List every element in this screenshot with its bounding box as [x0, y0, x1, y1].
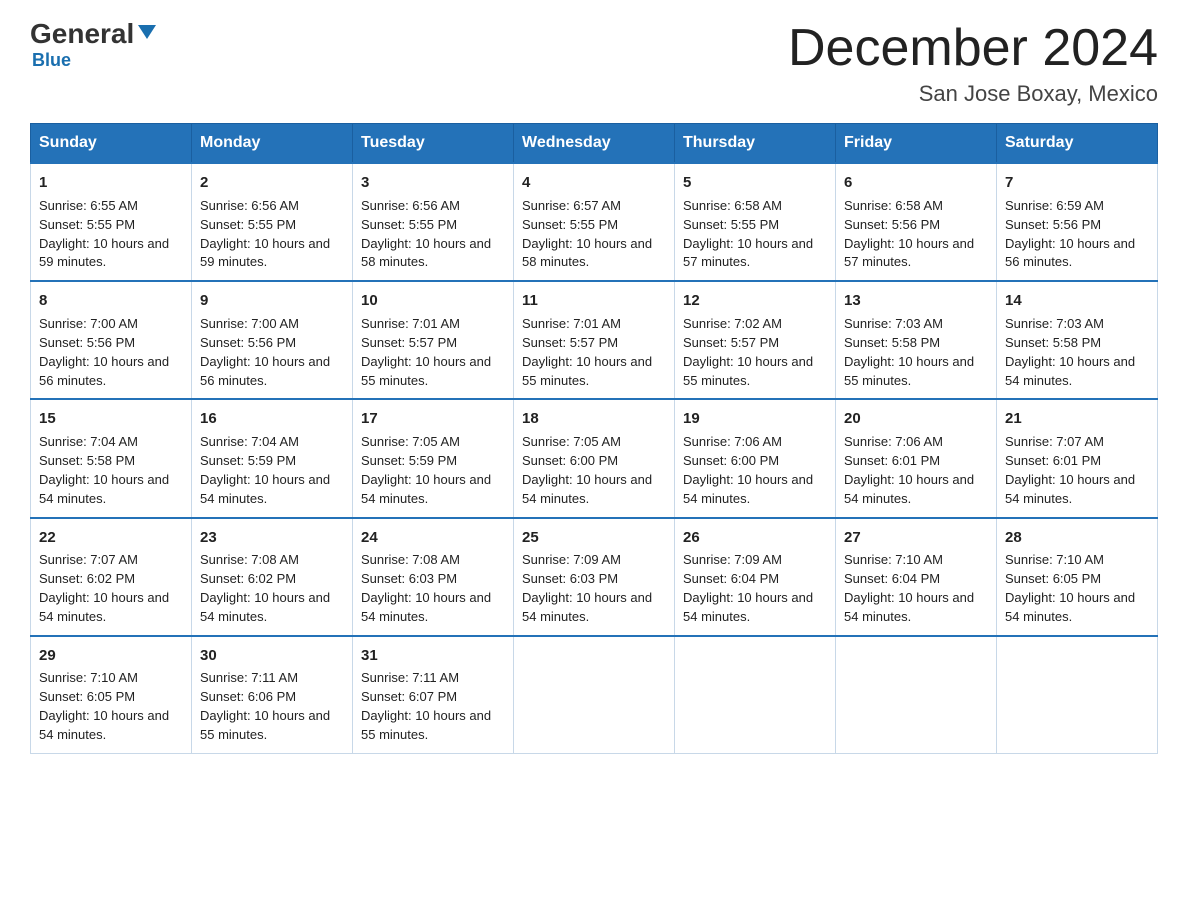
- day-of-week-header: Wednesday: [514, 124, 675, 164]
- day-number: 13: [844, 290, 988, 312]
- day-number: 22: [39, 527, 183, 549]
- calendar-cell: 27Sunrise: 7:10 AMSunset: 6:04 PMDayligh…: [836, 518, 997, 636]
- calendar-week-row: 8Sunrise: 7:00 AMSunset: 5:56 PMDaylight…: [31, 281, 1158, 399]
- day-number: 9: [200, 290, 344, 312]
- day-number: 18: [522, 408, 666, 430]
- calendar-header-row: SundayMondayTuesdayWednesdayThursdayFrid…: [31, 124, 1158, 164]
- calendar-title: December 2024: [788, 20, 1158, 77]
- calendar-cell: 18Sunrise: 7:05 AMSunset: 6:00 PMDayligh…: [514, 399, 675, 517]
- calendar-week-row: 15Sunrise: 7:04 AMSunset: 5:58 PMDayligh…: [31, 399, 1158, 517]
- calendar-cell: 4Sunrise: 6:57 AMSunset: 5:55 PMDaylight…: [514, 163, 675, 281]
- calendar-cell: 21Sunrise: 7:07 AMSunset: 6:01 PMDayligh…: [997, 399, 1158, 517]
- day-number: 21: [1005, 408, 1149, 430]
- calendar-cell: 16Sunrise: 7:04 AMSunset: 5:59 PMDayligh…: [192, 399, 353, 517]
- day-of-week-header: Sunday: [31, 124, 192, 164]
- calendar-subtitle: San Jose Boxay, Mexico: [788, 81, 1158, 107]
- calendar-cell: 8Sunrise: 7:00 AMSunset: 5:56 PMDaylight…: [31, 281, 192, 399]
- calendar-week-row: 22Sunrise: 7:07 AMSunset: 6:02 PMDayligh…: [31, 518, 1158, 636]
- day-number: 2: [200, 172, 344, 194]
- calendar-cell: 17Sunrise: 7:05 AMSunset: 5:59 PMDayligh…: [353, 399, 514, 517]
- day-number: 29: [39, 645, 183, 667]
- calendar-cell: 12Sunrise: 7:02 AMSunset: 5:57 PMDayligh…: [675, 281, 836, 399]
- day-number: 3: [361, 172, 505, 194]
- calendar-cell: 15Sunrise: 7:04 AMSunset: 5:58 PMDayligh…: [31, 399, 192, 517]
- calendar-body: 1Sunrise: 6:55 AMSunset: 5:55 PMDaylight…: [31, 163, 1158, 753]
- day-number: 25: [522, 527, 666, 549]
- day-of-week-header: Tuesday: [353, 124, 514, 164]
- day-number: 7: [1005, 172, 1149, 194]
- day-number: 17: [361, 408, 505, 430]
- day-number: 28: [1005, 527, 1149, 549]
- day-number: 20: [844, 408, 988, 430]
- day-number: 27: [844, 527, 988, 549]
- day-number: 8: [39, 290, 183, 312]
- logo: General Blue: [30, 20, 158, 71]
- calendar-cell: 30Sunrise: 7:11 AMSunset: 6:06 PMDayligh…: [192, 636, 353, 754]
- day-number: 6: [844, 172, 988, 194]
- day-number: 16: [200, 408, 344, 430]
- calendar-cell: 7Sunrise: 6:59 AMSunset: 5:56 PMDaylight…: [997, 163, 1158, 281]
- day-number: 30: [200, 645, 344, 667]
- logo-sub: Blue: [32, 50, 71, 71]
- calendar-cell: 11Sunrise: 7:01 AMSunset: 5:57 PMDayligh…: [514, 281, 675, 399]
- title-block: December 2024 San Jose Boxay, Mexico: [788, 20, 1158, 107]
- calendar-cell: 10Sunrise: 7:01 AMSunset: 5:57 PMDayligh…: [353, 281, 514, 399]
- day-number: 12: [683, 290, 827, 312]
- calendar-cell-empty: [675, 636, 836, 754]
- calendar-cell: 24Sunrise: 7:08 AMSunset: 6:03 PMDayligh…: [353, 518, 514, 636]
- day-number: 19: [683, 408, 827, 430]
- calendar-week-row: 1Sunrise: 6:55 AMSunset: 5:55 PMDaylight…: [31, 163, 1158, 281]
- day-of-week-header: Thursday: [675, 124, 836, 164]
- calendar-cell: 5Sunrise: 6:58 AMSunset: 5:55 PMDaylight…: [675, 163, 836, 281]
- calendar-table: SundayMondayTuesdayWednesdayThursdayFrid…: [30, 123, 1158, 754]
- day-number: 26: [683, 527, 827, 549]
- day-number: 15: [39, 408, 183, 430]
- calendar-cell: 6Sunrise: 6:58 AMSunset: 5:56 PMDaylight…: [836, 163, 997, 281]
- day-number: 31: [361, 645, 505, 667]
- calendar-cell: 31Sunrise: 7:11 AMSunset: 6:07 PMDayligh…: [353, 636, 514, 754]
- day-number: 5: [683, 172, 827, 194]
- calendar-cell: 22Sunrise: 7:07 AMSunset: 6:02 PMDayligh…: [31, 518, 192, 636]
- calendar-cell: 2Sunrise: 6:56 AMSunset: 5:55 PMDaylight…: [192, 163, 353, 281]
- calendar-week-row: 29Sunrise: 7:10 AMSunset: 6:05 PMDayligh…: [31, 636, 1158, 754]
- day-of-week-header: Saturday: [997, 124, 1158, 164]
- calendar-cell: 1Sunrise: 6:55 AMSunset: 5:55 PMDaylight…: [31, 163, 192, 281]
- calendar-cell: 29Sunrise: 7:10 AMSunset: 6:05 PMDayligh…: [31, 636, 192, 754]
- calendar-cell: 20Sunrise: 7:06 AMSunset: 6:01 PMDayligh…: [836, 399, 997, 517]
- calendar-cell-empty: [836, 636, 997, 754]
- day-of-week-header: Friday: [836, 124, 997, 164]
- calendar-cell: 19Sunrise: 7:06 AMSunset: 6:00 PMDayligh…: [675, 399, 836, 517]
- day-number: 11: [522, 290, 666, 312]
- day-number: 1: [39, 172, 183, 194]
- calendar-cell-empty: [514, 636, 675, 754]
- calendar-cell: 14Sunrise: 7:03 AMSunset: 5:58 PMDayligh…: [997, 281, 1158, 399]
- calendar-cell: 23Sunrise: 7:08 AMSunset: 6:02 PMDayligh…: [192, 518, 353, 636]
- calendar-cell: 3Sunrise: 6:56 AMSunset: 5:55 PMDaylight…: [353, 163, 514, 281]
- logo-triangle-icon: [136, 21, 158, 43]
- calendar-cell: 26Sunrise: 7:09 AMSunset: 6:04 PMDayligh…: [675, 518, 836, 636]
- day-of-week-header: Monday: [192, 124, 353, 164]
- day-number: 14: [1005, 290, 1149, 312]
- day-number: 4: [522, 172, 666, 194]
- page-header: General Blue December 2024 San Jose Boxa…: [30, 20, 1158, 107]
- logo-name: General: [30, 20, 134, 48]
- calendar-cell: 25Sunrise: 7:09 AMSunset: 6:03 PMDayligh…: [514, 518, 675, 636]
- day-number: 10: [361, 290, 505, 312]
- calendar-cell: 28Sunrise: 7:10 AMSunset: 6:05 PMDayligh…: [997, 518, 1158, 636]
- calendar-cell: 9Sunrise: 7:00 AMSunset: 5:56 PMDaylight…: [192, 281, 353, 399]
- calendar-cell-empty: [997, 636, 1158, 754]
- day-number: 23: [200, 527, 344, 549]
- calendar-cell: 13Sunrise: 7:03 AMSunset: 5:58 PMDayligh…: [836, 281, 997, 399]
- day-number: 24: [361, 527, 505, 549]
